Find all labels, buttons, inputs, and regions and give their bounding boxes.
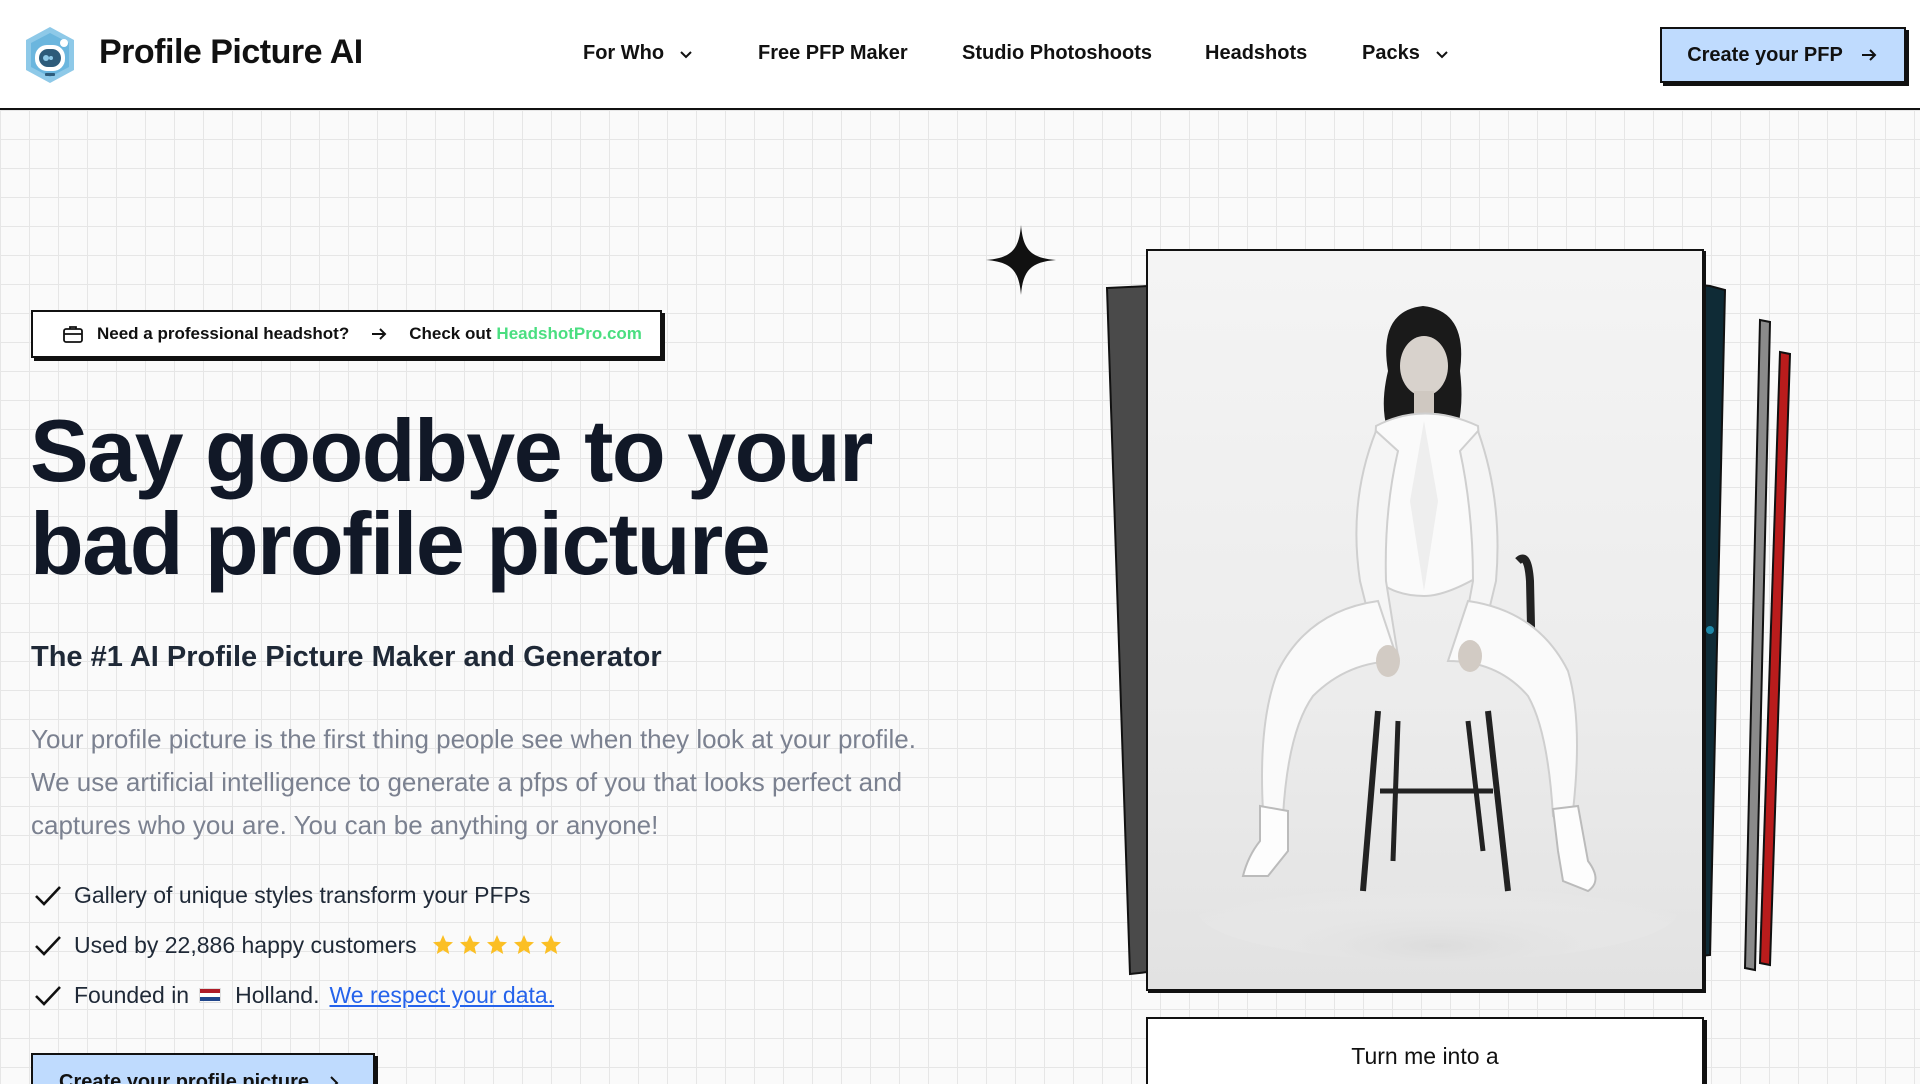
sparkle-icon xyxy=(986,225,1056,295)
create-pfp-button[interactable]: Create your PFP xyxy=(1660,27,1906,83)
netherlands-flag-icon xyxy=(199,987,222,1003)
briefcase-icon xyxy=(63,326,83,343)
star-icon xyxy=(459,935,480,954)
star-icon xyxy=(513,935,534,954)
promo-check-out: Check out xyxy=(409,324,492,343)
hero-portrait-image xyxy=(1146,249,1704,991)
headline-line-2: bad profile picture xyxy=(30,494,771,593)
robot-logo-icon[interactable] xyxy=(20,25,80,85)
top-navigation: Profile Picture AI For Who Free PFP Make… xyxy=(0,0,1920,110)
checkmark-icon xyxy=(35,886,61,906)
checkmark-icon xyxy=(35,986,61,1006)
create-pfp-button-label: Create your PFP xyxy=(1687,43,1843,66)
promo-question: Need a professional headshot? xyxy=(97,324,350,343)
caption-text: Turn me into a xyxy=(1351,1043,1499,1069)
chevron-down-icon xyxy=(680,50,692,58)
caption-card: Turn me into a xyxy=(1146,1017,1704,1084)
create-profile-picture-button[interactable]: Create your profile picture xyxy=(31,1053,375,1084)
bullet-founded-country: Holland. xyxy=(235,981,320,1008)
star-icon xyxy=(540,935,561,954)
headshot-promo-banner[interactable]: Need a professional headshot? Check out … xyxy=(31,310,662,358)
chevron-down-icon xyxy=(1436,50,1448,58)
hero-subheading: The #1 AI Profile Picture Maker and Gene… xyxy=(31,641,662,673)
nav-for-who[interactable]: For Who xyxy=(583,42,694,65)
brand-name[interactable]: Profile Picture AI xyxy=(99,33,363,72)
list-item: Used by 22,886 happy customers xyxy=(32,920,563,970)
list-item: Gallery of unique styles transform your … xyxy=(32,870,563,920)
feature-list: Gallery of unique styles transform your … xyxy=(32,870,563,1020)
headline-line-1: Say goodbye to your xyxy=(30,401,873,500)
nav-packs-label: Packs xyxy=(1362,42,1420,64)
checkmark-icon xyxy=(35,936,61,956)
hero-description: Your profile picture is the first thing … xyxy=(31,724,916,840)
nav-free-pfp-maker[interactable]: Free PFP Maker xyxy=(758,42,908,65)
rating-stars xyxy=(431,933,563,957)
nav-packs[interactable]: Packs xyxy=(1362,42,1450,65)
star-icon xyxy=(432,935,453,954)
headshotpro-link[interactable]: HeadshotPro.com xyxy=(496,324,641,344)
nav-free-pfp-maker-label: Free PFP Maker xyxy=(758,42,908,64)
star-icon xyxy=(486,935,507,954)
woman-in-white-suit-image xyxy=(1198,306,1678,961)
hero-headline: Say goodbye to your bad profile picture xyxy=(30,404,930,590)
nav-for-who-label: For Who xyxy=(583,42,665,64)
nav-studio-photoshoots[interactable]: Studio Photoshoots xyxy=(962,42,1152,65)
arrow-right-icon xyxy=(1861,49,1877,61)
bullet-founded-prefix: Founded in xyxy=(74,981,190,1008)
nav-headshots[interactable]: Headshots xyxy=(1205,42,1307,65)
arrow-right-icon xyxy=(372,328,387,340)
bullet-used-by-text: Used by 22,886 happy customers xyxy=(74,931,417,958)
nav-studio-photoshoots-label: Studio Photoshoots xyxy=(962,42,1152,64)
nav-headshots-label: Headshots xyxy=(1205,42,1308,64)
bullet-gallery-text: Gallery of unique styles transform your … xyxy=(74,881,531,908)
chevron-right-icon xyxy=(330,1076,339,1084)
respect-data-link[interactable]: We respect your data. xyxy=(329,982,554,1009)
create-profile-picture-label: Create your profile picture xyxy=(59,1071,310,1084)
list-item: Founded in Holland. We respect your data… xyxy=(32,970,563,1020)
